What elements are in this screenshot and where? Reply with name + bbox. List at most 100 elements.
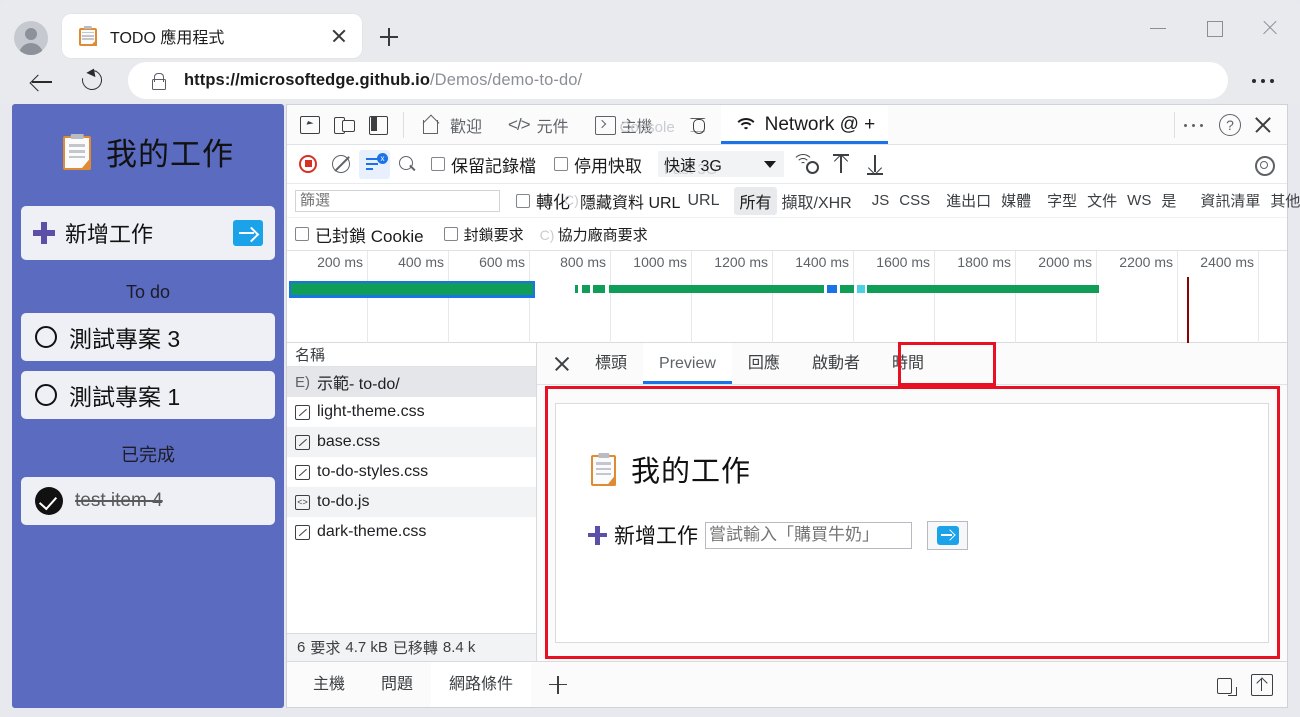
tab-welcome[interactable]: 歡迎 <box>410 105 495 144</box>
filter-type-all[interactable]: 所有 <box>734 186 777 215</box>
summary-size: 4.7 kB <box>345 639 388 656</box>
inspect-icon[interactable] <box>295 112 323 138</box>
add-task-card[interactable]: 新增工作 <box>21 206 275 260</box>
hide-data-urls-option[interactable]: C) 隱藏資料 URL <box>564 189 680 213</box>
tab-close-icon[interactable] <box>324 21 354 51</box>
home-icon <box>423 116 443 134</box>
devtools-more-icon[interactable] <box>1179 113 1209 137</box>
task-text: test item 4 <box>75 490 163 511</box>
search-button[interactable] <box>392 150 423 179</box>
table-row[interactable]: light-theme.css <box>287 397 536 427</box>
tab-initiator[interactable]: 啟動者 <box>796 343 876 384</box>
request-summary: 6 要求 4.7 kB 已移轉 8.4 k <box>287 633 536 661</box>
dock-side-icon[interactable] <box>363 112 391 138</box>
record-button[interactable] <box>293 149 324 179</box>
task-item[interactable]: 測試專案 3 <box>21 313 275 361</box>
third-party-requests-option[interactable]: C) 協力廠商要求 <box>540 224 648 245</box>
browser-tab[interactable]: TODO 應用程式 <box>62 14 362 58</box>
back-button[interactable] <box>24 62 62 100</box>
gear-icon[interactable] <box>1251 152 1275 176</box>
invert-checkbox[interactable]: 轉化 <box>516 188 570 213</box>
browser-more-icon[interactable] <box>1250 70 1276 92</box>
address-bar[interactable]: https://microsoftedge.github.io/Demos/de… <box>128 62 1228 99</box>
back-arrow-icon <box>32 73 52 90</box>
tab-response[interactable]: 回應 <box>732 343 796 384</box>
table-row[interactable]: E) 示範- to-do/ <box>287 367 536 397</box>
preview-submit-button[interactable] <box>927 520 968 550</box>
tick-label: 2000 ms <box>1038 254 1092 270</box>
preview-task-input[interactable] <box>705 521 912 549</box>
drawer-tab-console[interactable]: 主機 <box>295 662 363 707</box>
url-path: /Demos/demo-to-do/ <box>430 71 583 89</box>
upload-icon[interactable] <box>828 152 854 176</box>
submit-task-button[interactable] <box>233 220 263 246</box>
profile-avatar[interactable] <box>14 21 48 55</box>
task-item[interactable]: 測試專案 1 <box>21 371 275 419</box>
checkbox-icon[interactable] <box>295 227 309 241</box>
checkbox-icon[interactable] <box>443 227 458 241</box>
maximize-icon[interactable] <box>1204 18 1224 38</box>
blocked-cookies-checkbox[interactable]: 已封鎖 Cookie <box>295 222 424 247</box>
filter-type-media[interactable]: 媒體 <box>996 188 1036 213</box>
throttle-dropdown[interactable]: Fast 3G 快速 3G <box>658 151 784 178</box>
filter-button[interactable]: x <box>359 149 390 179</box>
disable-cache-checkbox[interactable]: 停用快取 <box>554 152 642 177</box>
checkbox-icon[interactable] <box>431 157 445 171</box>
devtools-close-icon[interactable] <box>1251 113 1275 137</box>
table-row[interactable]: to-do-styles.css <box>287 457 536 487</box>
checkbox-icon[interactable] <box>554 157 568 171</box>
filter-type-css[interactable]: CSS <box>894 190 935 211</box>
table-row[interactable]: dark-theme.css <box>287 517 536 547</box>
checkbox-icon[interactable] <box>516 193 530 208</box>
checkbox-unchecked-icon[interactable] <box>35 326 57 348</box>
tick-label: 1200 ms <box>714 254 768 270</box>
drawer-add-tab-button[interactable] <box>541 670 575 700</box>
request-name: 示範- to-do/ <box>317 376 400 393</box>
window-close-icon[interactable] <box>1260 18 1280 38</box>
detail-close-icon[interactable] <box>545 347 579 381</box>
tab-elements[interactable]: </> 元件 <box>495 105 582 144</box>
drawer-tab-issues[interactable]: 問題 <box>363 662 431 707</box>
filter-type-manifest[interactable]: 資訊清單 <box>1195 188 1265 213</box>
help-icon[interactable]: ? <box>1219 113 1241 136</box>
dock-bottom-icon[interactable] <box>1215 674 1237 696</box>
tick-label: 600 ms <box>479 254 525 270</box>
css-file-icon <box>295 404 310 420</box>
filter-type-other[interactable]: 其他 <box>1265 188 1300 213</box>
tab-headers[interactable]: 標頭 <box>579 343 643 384</box>
download-icon[interactable] <box>862 152 888 176</box>
checkbox-unchecked-icon[interactable] <box>35 384 57 406</box>
filter-type-wasm[interactable]: 是 <box>1156 188 1181 213</box>
clear-button[interactable] <box>326 150 357 179</box>
minimize-icon[interactable] <box>1148 18 1168 38</box>
tab-timing[interactable]: 時間 <box>876 343 940 384</box>
reload-button[interactable] <box>74 62 112 100</box>
network-conditions-icon[interactable] <box>792 153 820 175</box>
blocked-requests-checkbox[interactable]: 封鎖要求 <box>443 224 524 245</box>
preview-frame: 我的工作 新增工作 <box>555 403 1269 643</box>
filter-type-js[interactable]: JS <box>867 190 895 211</box>
checkbox-checked-icon[interactable] <box>35 487 63 515</box>
new-tab-button[interactable] <box>374 22 404 52</box>
table-row[interactable]: base.css <box>287 427 536 457</box>
drawer-tab-network-conditions[interactable]: 網路條件 <box>431 662 532 707</box>
filter-type-img[interactable]: 進出口 <box>941 188 996 213</box>
export-icon[interactable] <box>1251 673 1273 696</box>
column-header-name: 名稱 <box>295 347 326 364</box>
filter-input[interactable] <box>295 189 500 212</box>
preserve-log-checkbox[interactable]: 保留記錄檔 <box>431 152 536 177</box>
tab-debugger[interactable] <box>675 105 721 144</box>
device-toolbar-icon[interactable] <box>329 112 357 138</box>
tab-network[interactable]: Network @ + <box>720 105 889 144</box>
preview-add-label: 新增工作 <box>614 525 698 548</box>
network-overview-timeline[interactable]: 200 ms 400 ms 600 ms 800 ms 1000 ms 1200… <box>287 251 1287 343</box>
filter-type-font[interactable]: 字型 <box>1042 188 1082 213</box>
tab-preview[interactable]: Preview <box>643 343 732 384</box>
overview-request-bar <box>575 285 578 293</box>
tab-console[interactable]: 主機 Console <box>582 105 675 144</box>
filter-type-doc[interactable]: 文件 <box>1082 188 1122 213</box>
filter-type-fetch-xhr[interactable]: 擷取/XHR <box>777 187 857 215</box>
task-item-completed[interactable]: test item 4 <box>21 477 275 525</box>
filter-type-ws[interactable]: WS <box>1122 190 1156 211</box>
table-row[interactable]: <> to-do.js <box>287 487 536 517</box>
